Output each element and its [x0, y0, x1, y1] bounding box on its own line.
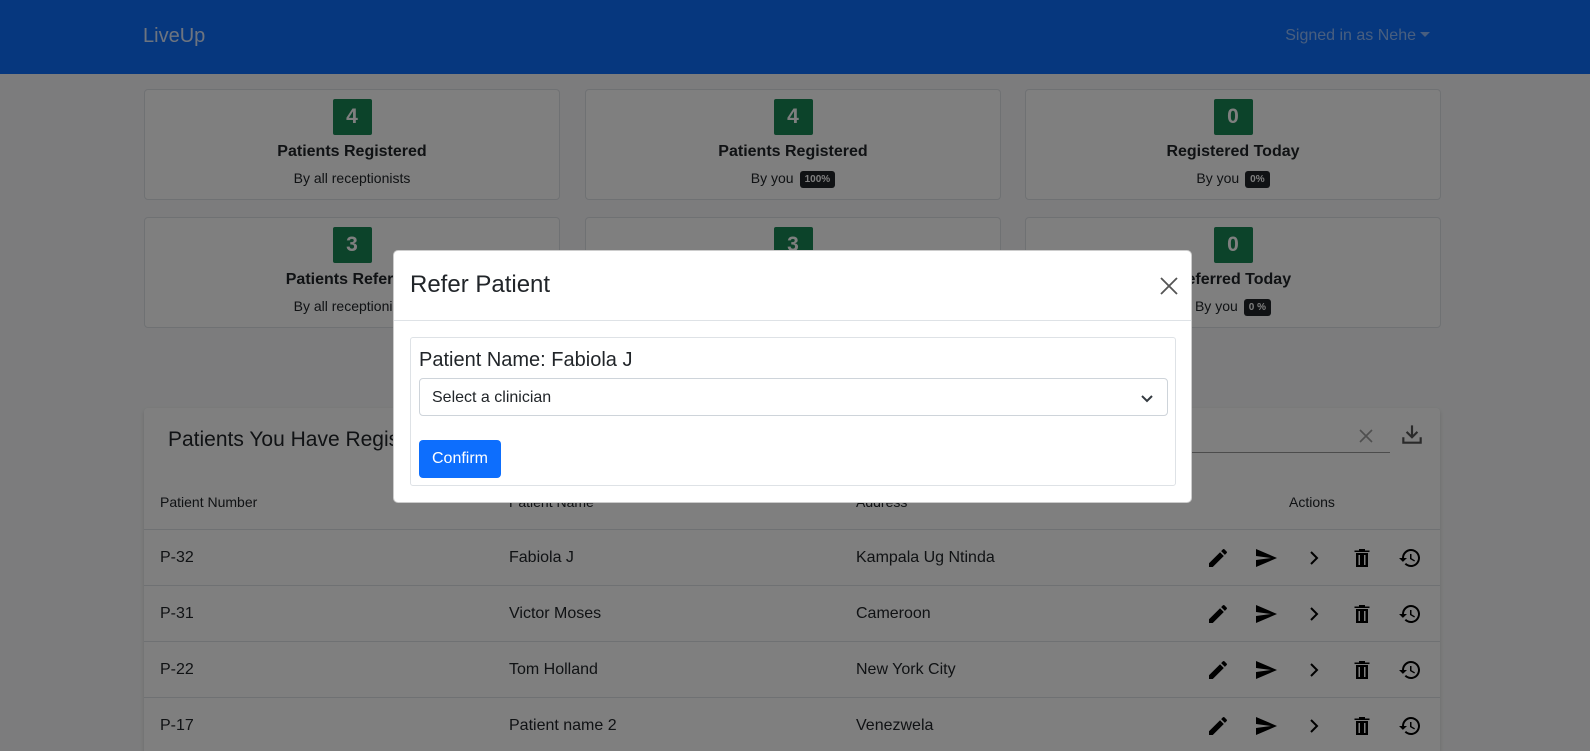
close-icon[interactable] [1157, 274, 1181, 298]
clinician-select-value: Select a clinician [432, 389, 552, 406]
refer-patient-modal: Refer Patient Patient Name: Fabiola J Se… [393, 250, 1192, 503]
confirm-button[interactable]: Confirm [419, 440, 501, 478]
modal-title: Refer Patient [410, 271, 551, 298]
chevron-down-icon [1141, 395, 1153, 403]
clinician-select[interactable]: Select a clinician [419, 378, 1168, 416]
patient-name-label: Patient Name: Fabiola J [419, 349, 633, 371]
modal-header: Refer Patient [394, 251, 1191, 321]
refer-form: Patient Name: Fabiola J Select a clinici… [410, 337, 1176, 486]
